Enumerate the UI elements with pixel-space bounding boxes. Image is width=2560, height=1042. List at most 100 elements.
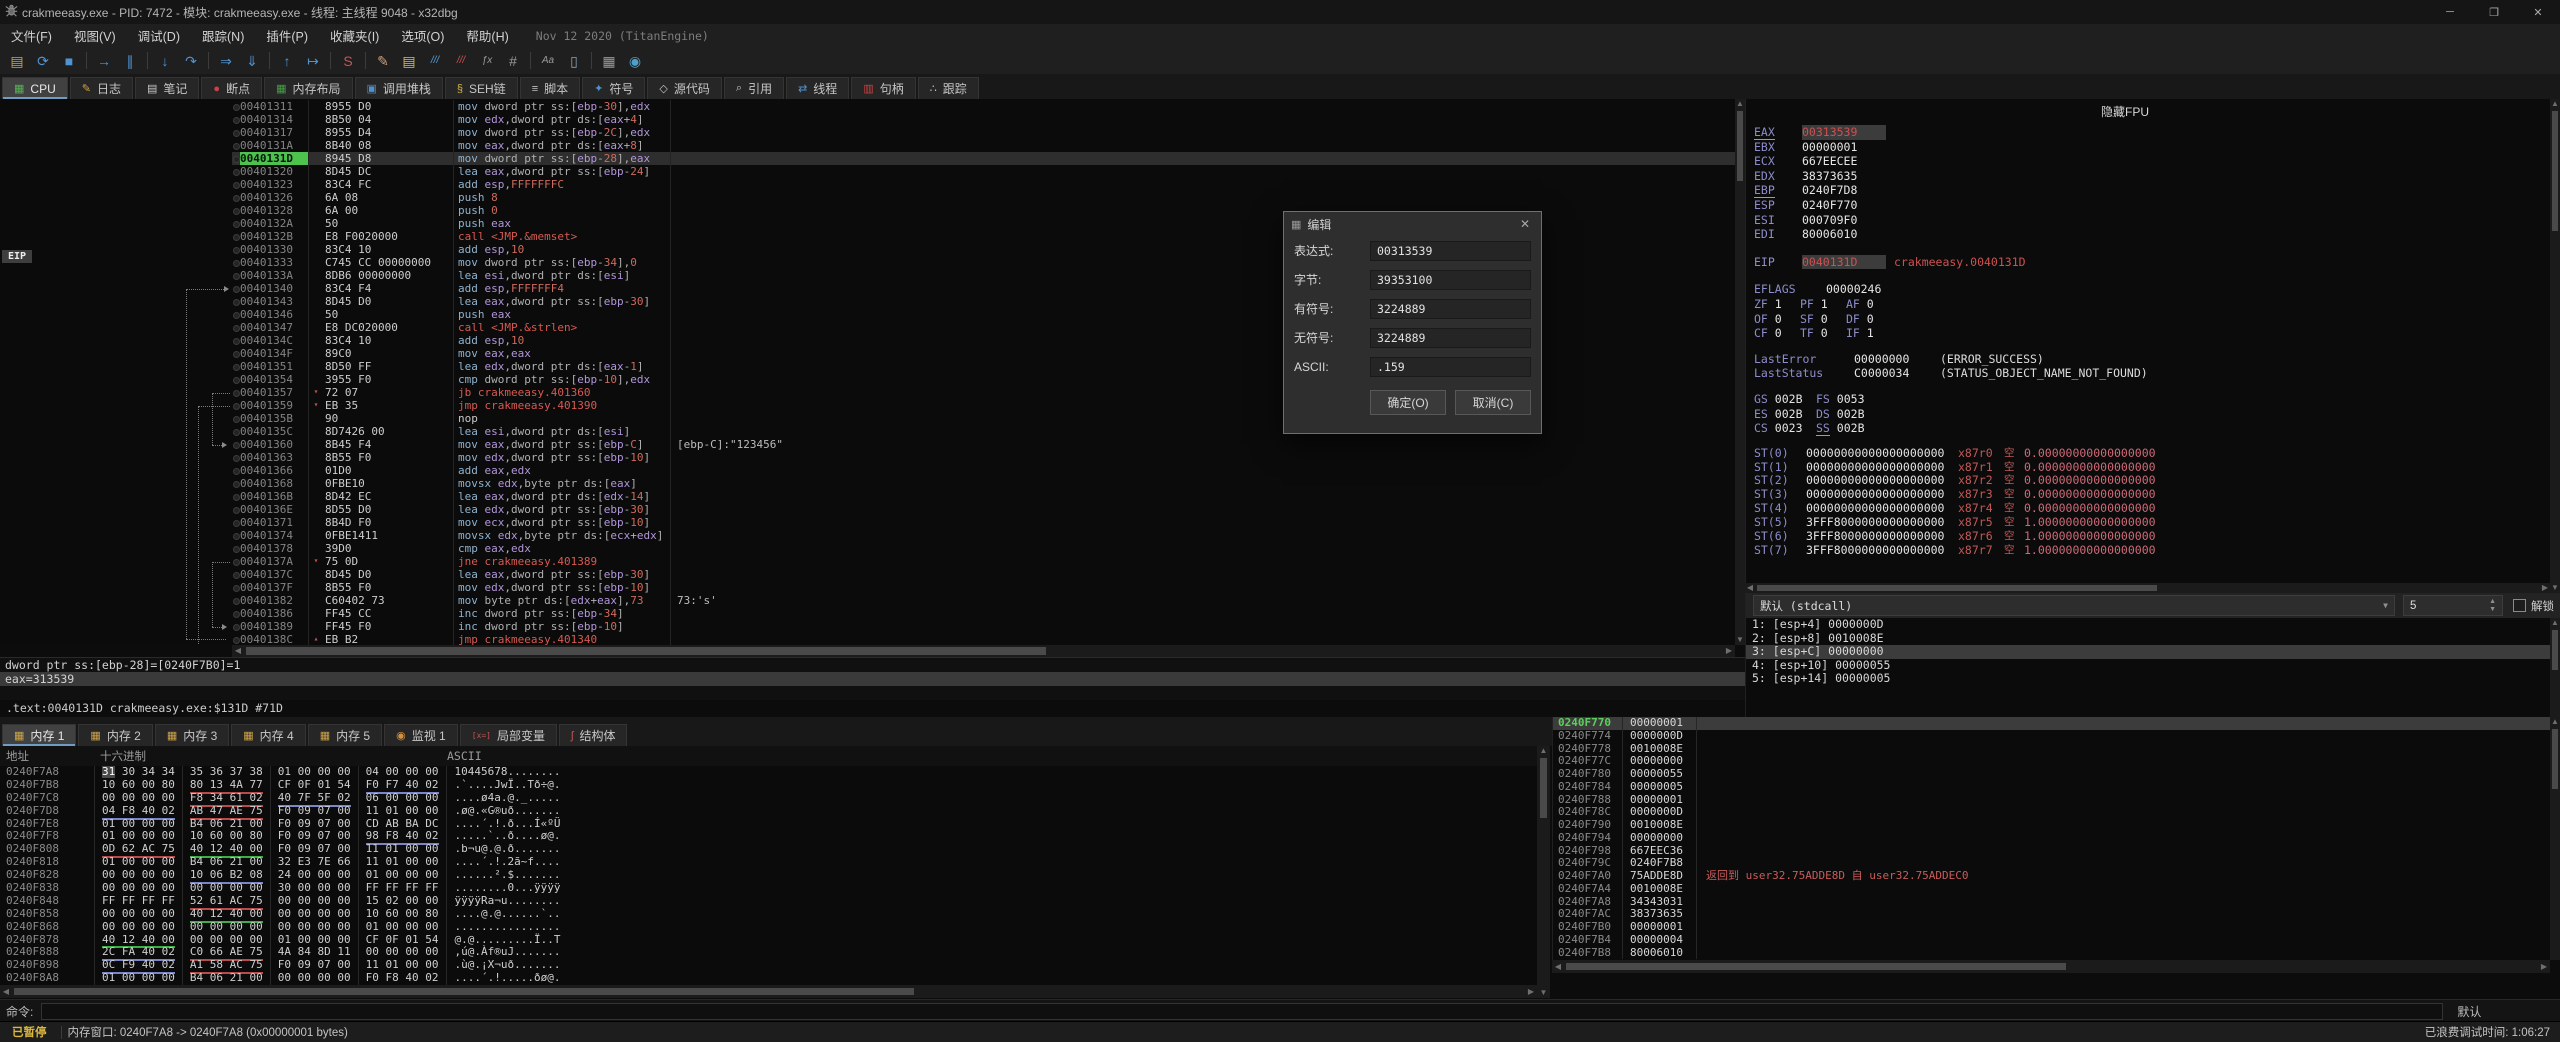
stack-vscrollbar[interactable]: ▲: [2550, 717, 2560, 960]
breakpoint-slot[interactable]: [232, 100, 240, 113]
stack-row[interactable]: 0240F78C0000000D: [1553, 806, 2551, 819]
dialog-field-input[interactable]: 3224889: [1370, 299, 1531, 319]
breakpoints-icon[interactable]: ///: [448, 51, 474, 71]
stack-row[interactable]: 0240F77C00000000: [1553, 755, 2551, 768]
menu-item[interactable]: 跟踪(N): [191, 23, 255, 48]
dialog-field-input[interactable]: 3224889: [1370, 328, 1531, 348]
breakpoint-slot[interactable]: [232, 425, 240, 438]
script-icon[interactable]: S: [335, 51, 361, 71]
dump-tab-内存 1[interactable]: ▦内存 1: [2, 724, 76, 746]
comments-icon[interactable]: ▤: [396, 51, 422, 71]
restart-icon[interactable]: ⟳: [30, 51, 56, 71]
breakpoint-slot[interactable]: [232, 412, 240, 425]
patch-icon[interactable]: ✎: [370, 51, 396, 71]
run-to-cursor-icon[interactable]: ↦: [300, 51, 326, 71]
stack-row[interactable]: 0240F7B400000004: [1553, 934, 2551, 947]
font-icon[interactable]: Aa: [535, 51, 561, 71]
register-row[interactable]: LastStatusC0000034(STATUS_OBJECT_NAME_NO…: [1754, 366, 2547, 381]
dialog-field-input[interactable]: 00313539: [1370, 241, 1531, 261]
breakpoint-slot[interactable]: [232, 620, 240, 633]
tab-跟踪[interactable]: ∴跟踪: [918, 77, 979, 99]
register-row[interactable]: ST(6)3FFF8000000000000000x87r6空1.0000000…: [1754, 530, 2547, 544]
arguments-list[interactable]: 1: [esp+4] 0000000D2: [esp+8] 0010008E3:…: [1745, 618, 2551, 717]
register-row[interactable]: LastError00000000(ERROR_SUCCESS): [1754, 352, 2547, 367]
registers-vscrollbar[interactable]: ▲ ▼: [2550, 99, 2560, 593]
edit-dialog-titlebar[interactable]: ▦ 编辑 ✕: [1284, 212, 1541, 236]
register-row[interactable]: EDI80006010: [1754, 227, 2547, 242]
disasm-row[interactable]: 004013718B4D F0mov ecx,dword ptr ss:[ebp…: [232, 516, 1735, 529]
breakpoint-slot[interactable]: [232, 126, 240, 139]
register-row[interactable]: GS 002BFS 0053: [1754, 392, 2547, 407]
maximize-button[interactable]: ❐: [2472, 0, 2516, 24]
argument-row[interactable]: 3: [esp+C] 00000000: [1746, 645, 2551, 659]
command-input[interactable]: [41, 1003, 2443, 1020]
breakpoint-slot[interactable]: [232, 269, 240, 282]
disasm-row[interactable]: 004013208D45 DClea eax,dword ptr ss:[ebp…: [232, 165, 1735, 178]
disassembly-hscrollbar[interactable]: ◀ ▶: [232, 645, 1735, 657]
breakpoint-slot[interactable]: [232, 503, 240, 516]
breakpoint-slot[interactable]: [232, 152, 240, 165]
stack-row[interactable]: 0240F7AC38373635: [1553, 908, 2551, 921]
dump-row[interactable]: 0240F8A801 00 00 00B4 06 21 0000 00 00 0…: [0, 972, 1537, 985]
tab-脚本[interactable]: ≡脚本: [520, 77, 580, 99]
run-icon[interactable]: →: [91, 51, 117, 71]
minimize-button[interactable]: ─: [2428, 0, 2472, 24]
breakpoint-slot[interactable]: [232, 451, 240, 464]
register-row[interactable]: ESP0240F770: [1754, 198, 2547, 213]
breakpoint-slot[interactable]: [232, 230, 240, 243]
arguments-vscrollbar[interactable]: ▲: [2550, 618, 2560, 717]
disasm-row[interactable]: 004013118955 D0mov dword ptr ss:[ebp-30]…: [232, 100, 1735, 113]
cancel-button[interactable]: 取消(C): [1455, 390, 1531, 415]
disasm-row[interactable]: 004013680FBE10movsx edx,byte ptr ds:[eax…: [232, 477, 1735, 490]
register-row[interactable]: ES 002BDS 002B: [1754, 407, 2547, 422]
menu-item[interactable]: 视图(V): [63, 23, 127, 48]
stack-row[interactable]: 0240F78000000055: [1553, 768, 2551, 781]
disasm-row[interactable]: 004013178955 D4mov dword ptr ss:[ebp-2C]…: [232, 126, 1735, 139]
register-row[interactable]: EBP0240F7D8: [1754, 183, 2547, 198]
memory-map-icon[interactable]: ///: [422, 51, 448, 71]
breakpoint-slot[interactable]: [232, 633, 240, 645]
hide-fpu-toggle[interactable]: 隐藏FPU: [2101, 103, 2149, 120]
tab-断点[interactable]: ●断点: [201, 77, 262, 99]
dialog-field-input[interactable]: .159: [1370, 357, 1531, 377]
dump-vscrollbar[interactable]: ▲ ▼: [1537, 746, 1550, 998]
breakpoint-slot[interactable]: [232, 204, 240, 217]
menu-item[interactable]: 收藏夹(I): [319, 23, 390, 48]
breakpoint-slot[interactable]: [232, 217, 240, 230]
disasm-row[interactable]: 0040131D8945 D8mov dword ptr ss:[ebp-28]…: [232, 152, 1735, 165]
breakpoint-slot[interactable]: [232, 334, 240, 347]
disasm-row[interactable]: 0040137F8B55 F0mov edx,dword ptr ss:[ebp…: [232, 581, 1735, 594]
stack-row[interactable]: 0240F798667EEC36: [1553, 845, 2551, 858]
device-icon[interactable]: ▯: [561, 51, 587, 71]
breakpoint-slot[interactable]: [232, 386, 240, 399]
dump-tab-局部变量[interactable]: [x=]局部变量: [460, 724, 557, 746]
dialog-field-input[interactable]: 39353100: [1370, 270, 1531, 290]
register-row[interactable]: ST(1)00000000000000000000x87r1空0.0000000…: [1754, 461, 2547, 475]
tab-SEH链[interactable]: §SEH链: [445, 77, 518, 99]
tab-源代码[interactable]: ◇源代码: [647, 77, 721, 99]
disassembly-vscrollbar[interactable]: ▲ ▼: [1735, 99, 1745, 645]
pause-icon[interactable]: ∥: [117, 51, 143, 71]
breakpoint-slot[interactable]: [232, 360, 240, 373]
breakpoint-slot[interactable]: [232, 282, 240, 295]
dump-tab-内存 4[interactable]: ▦内存 4: [231, 724, 305, 746]
stop-icon[interactable]: ■: [56, 51, 82, 71]
register-row[interactable]: EBX00000001: [1754, 140, 2547, 155]
breakpoint-slot[interactable]: [232, 308, 240, 321]
disasm-row[interactable]: 0040137C8D45 D0lea eax,dword ptr ss:[ebp…: [232, 568, 1735, 581]
disasm-row[interactable]: 0040136B8D42 EClea eax,dword ptr ds:[edx…: [232, 490, 1735, 503]
disasm-row[interactable]: 004013638B55 F0mov edx,dword ptr ss:[ebp…: [232, 451, 1735, 464]
argument-row[interactable]: 4: [esp+10] 00000055: [1746, 659, 2551, 673]
tab-句柄[interactable]: ▥句柄: [851, 77, 915, 99]
disasm-row[interactable]: 0040131A8B40 08mov eax,dword ptr ds:[eax…: [232, 139, 1735, 152]
register-row[interactable]: EIP0040131Dcrakmeeasy.0040131D: [1754, 255, 2547, 270]
stack-row[interactable]: 0240F7A40010008E: [1553, 883, 2551, 896]
register-row[interactable]: ECX667EECEE: [1754, 154, 2547, 169]
breakpoint-slot[interactable]: [232, 477, 240, 490]
disasm-row[interactable]: 004013148B50 04mov edx,dword ptr ds:[eax…: [232, 113, 1735, 126]
disasm-row[interactable]: 0040137A▾75 0Djne crakmeeasy.401389: [232, 555, 1735, 568]
memory-dump[interactable]: 0240F7A831 30 34 3435 36 37 3801 00 00 0…: [0, 766, 1537, 985]
register-row[interactable]: ST(3)00000000000000000000x87r3空0.0000000…: [1754, 488, 2547, 502]
argument-row[interactable]: 2: [esp+8] 0010008E: [1746, 632, 2551, 646]
tab-日志[interactable]: ✎日志: [70, 77, 133, 99]
